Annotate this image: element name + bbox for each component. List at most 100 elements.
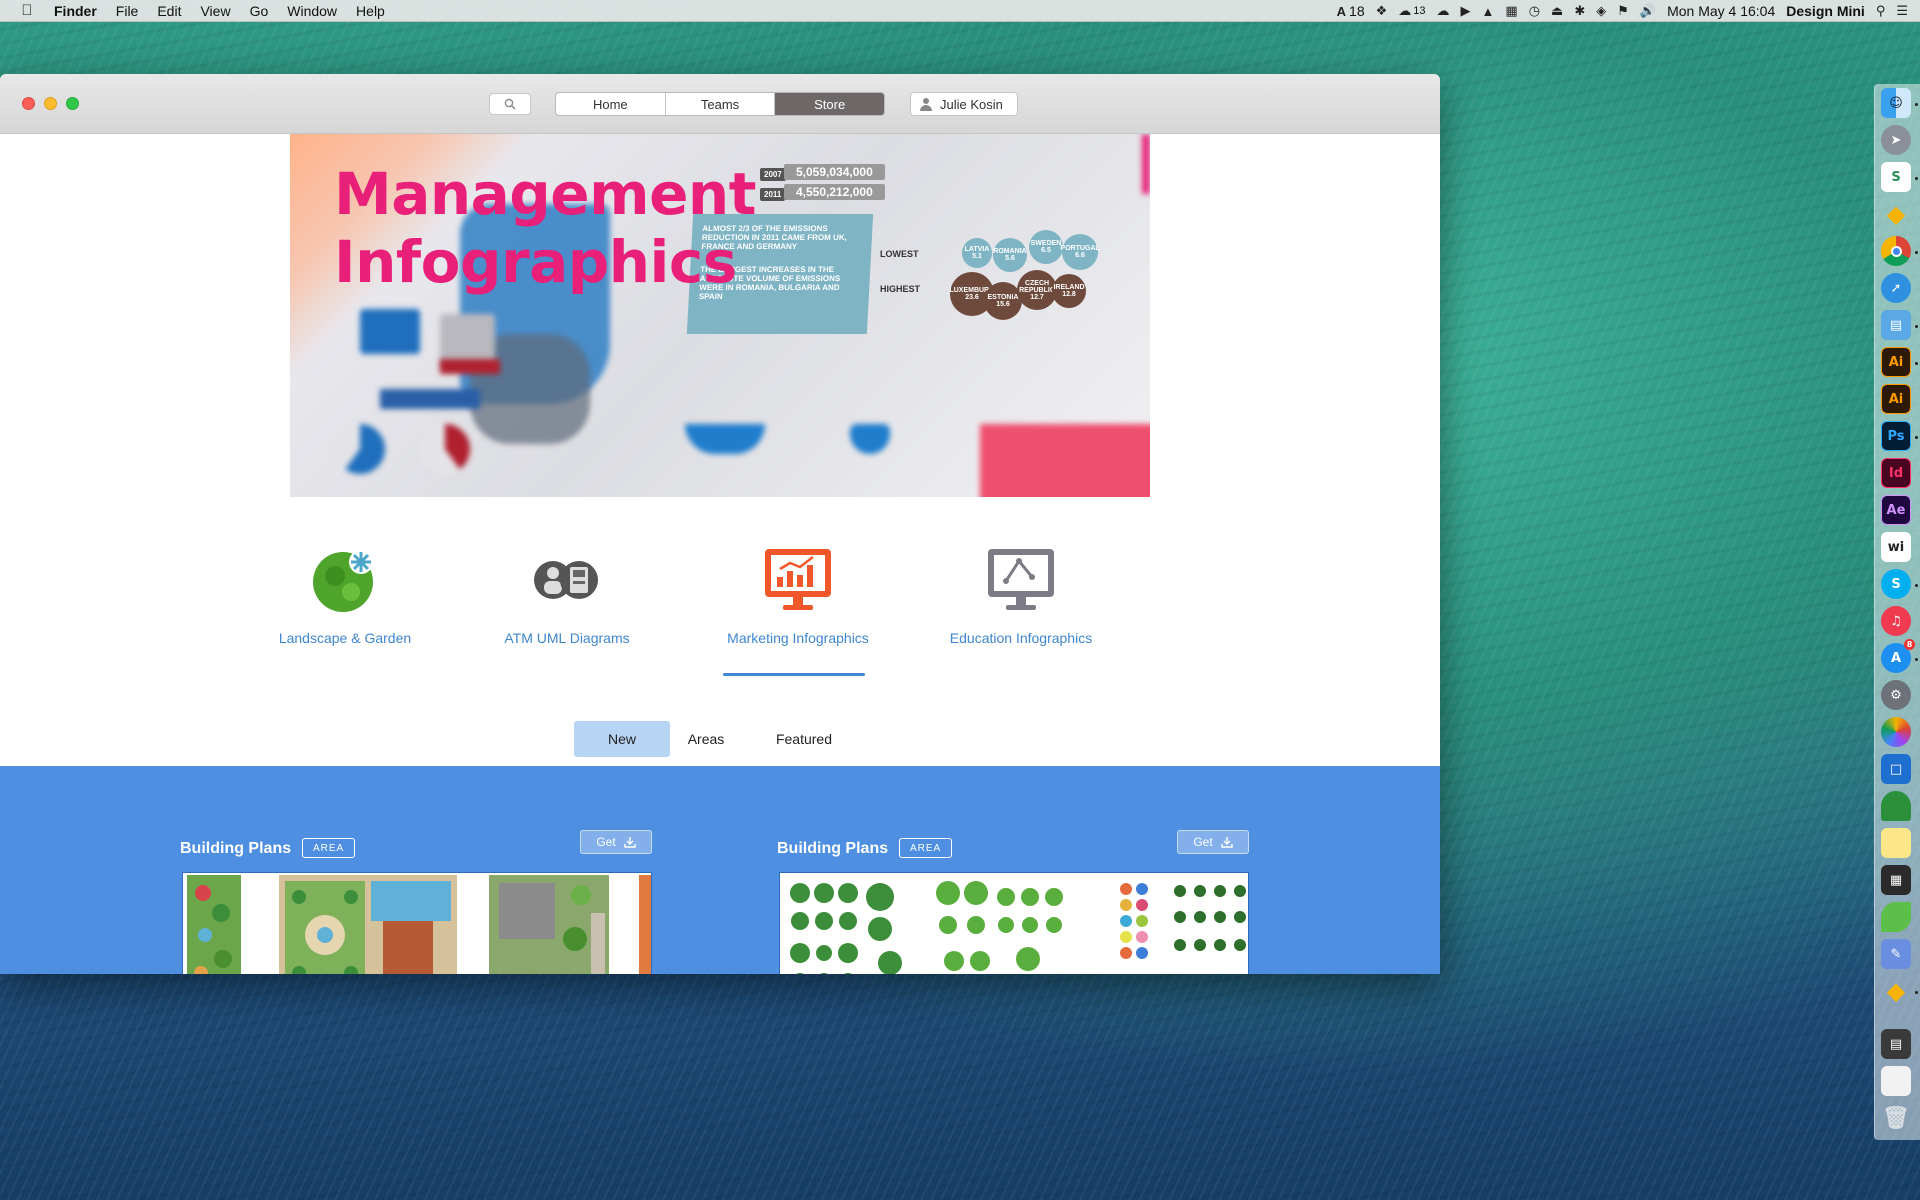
user-account-button[interactable]: Julie Kosin (910, 92, 1018, 116)
category-education-infographics[interactable]: Education Infographics (936, 544, 1106, 646)
pie-left (335, 424, 385, 474)
bubble-brown: CZECH REPUBLIC 12.7 (1017, 270, 1057, 310)
close-button[interactable] (22, 97, 35, 110)
dropbox-icon[interactable]: ❖ (1376, 3, 1388, 19)
apple-menu-icon[interactable]:  (18, 2, 36, 19)
creative-cloud-icon[interactable]: ☁ (1398, 3, 1411, 19)
xcode-icon[interactable]: ✎ (1881, 939, 1911, 969)
menu-app-name[interactable]: Finder (54, 3, 97, 19)
menu-file[interactable]: File (116, 3, 139, 19)
scanner-icon[interactable]: ▤ (1881, 1029, 1911, 1059)
category-atm-uml[interactable]: ATM UML Diagrams (482, 544, 652, 646)
minimize-button[interactable] (44, 97, 57, 110)
bubble-teal: ROMANIA 5.6 (993, 238, 1027, 272)
sketch-s-icon[interactable]: S (1881, 162, 1911, 192)
grid-icon[interactable]: ▦ (1505, 3, 1517, 19)
play-icon[interactable]: ▶ (1461, 3, 1471, 19)
filter-featured[interactable]: Featured (742, 721, 866, 757)
notification-center-icon[interactable]: ☰ (1896, 3, 1908, 19)
sketch-icon[interactable]: ◆ (1881, 976, 1911, 1006)
card-title: Building Plans (180, 840, 292, 857)
word-icon[interactable]: wi (1881, 532, 1911, 562)
diagram-monitor-icon (985, 544, 1057, 616)
indesign-icon[interactable]: Id (1881, 458, 1911, 488)
menu-view[interactable]: View (200, 3, 230, 19)
leaf-icon[interactable] (1881, 902, 1911, 932)
window-controls (22, 97, 79, 110)
filter-new[interactable]: New (574, 721, 670, 757)
hero-banner[interactable]: 2007 5,059,034,000 2011 4,550,212,000 AL… (290, 134, 1150, 497)
get-button[interactable]: Get (580, 830, 652, 854)
turtle-icon[interactable] (1881, 791, 1911, 821)
card-thumbnail[interactable] (779, 872, 1249, 974)
stat-2007-year: 2007 (760, 168, 786, 181)
launchpad-icon[interactable]: ➤ (1881, 125, 1911, 155)
photoshop-icon[interactable]: Ps (1881, 421, 1911, 451)
numbers-icon[interactable]: ▦ (1881, 865, 1911, 895)
hero-title-line-2: Infographics (334, 228, 737, 296)
menu-edit[interactable]: Edit (157, 3, 181, 19)
bubble-brown: IRELAND 12.8 (1052, 274, 1086, 308)
left-chart-red-2 (380, 389, 480, 409)
area-badge: AREA (899, 838, 953, 858)
time-machine-icon[interactable]: ◷ (1529, 3, 1540, 19)
preview-icon[interactable]: ▤ (1881, 310, 1911, 340)
clock[interactable]: Mon May 4 16:04 (1667, 3, 1775, 19)
illustrator-icon[interactable]: Ai (1881, 347, 1911, 377)
user-menu[interactable]: Design Mini (1786, 3, 1865, 19)
system-preferences-icon[interactable]: ⚙ (1881, 680, 1911, 710)
skype-icon[interactable]: S (1881, 569, 1911, 599)
chrome-icon[interactable] (1881, 236, 1911, 266)
after-effects-icon[interactable]: Ae (1881, 495, 1911, 525)
wifi-icon[interactable]: ◈ (1596, 3, 1606, 19)
category-marketing-infographics[interactable]: Marketing Infographics (713, 544, 883, 646)
user-name: Julie Kosin (940, 96, 1003, 112)
category-label: Marketing Infographics (727, 630, 869, 646)
safari-icon[interactable]: ➚ (1881, 273, 1911, 303)
tab-home[interactable]: Home (556, 93, 666, 115)
dock: ☺ ➤ S ◆ ➚ ▤ Ai Ai Ps Id Ae wi S ♫ A8 ⚙ □… (1874, 84, 1920, 1140)
filter-areas[interactable]: Areas (670, 721, 742, 757)
bottom-right-pink (980, 424, 1150, 497)
tab-teams[interactable]: Teams (666, 93, 776, 115)
photos-icon[interactable] (1881, 717, 1911, 747)
atm-icon (531, 544, 603, 616)
cloud-sync-icon[interactable]: ☁ (1437, 3, 1450, 19)
get-button[interactable]: Get (1177, 830, 1249, 854)
download-icon (623, 837, 636, 848)
menu-window[interactable]: Window (287, 3, 337, 19)
app-store-badge: 8 (1904, 639, 1915, 650)
category-label: Education Infographics (949, 630, 1093, 646)
us-flag-icon[interactable]: ⚑ (1617, 3, 1629, 19)
notes-icon[interactable] (1881, 828, 1911, 858)
menu-bar:  Finder File Edit View Go Window Help A… (0, 0, 1920, 22)
menu-help[interactable]: Help (356, 3, 385, 19)
illustrator-icon[interactable]: Ai (1881, 384, 1911, 414)
spotlight-icon[interactable]: ⚲ (1876, 3, 1886, 19)
app-store-icon[interactable]: A8 (1881, 639, 1915, 673)
volume-icon[interactable]: 🔊 (1640, 3, 1656, 19)
eject-icon[interactable]: ⏏ (1551, 3, 1563, 19)
running-indicator (1915, 658, 1918, 661)
bubble-teal: PORTUGAL 6.6 (1060, 234, 1100, 270)
download-icon (1220, 837, 1233, 848)
bluetooth-icon[interactable]: ✱ (1574, 3, 1585, 19)
keynote-icon[interactable]: □ (1881, 754, 1911, 784)
card-thumbnail[interactable] (182, 872, 652, 974)
trash-icon[interactable]: 🗑 (1881, 1103, 1911, 1133)
itunes-icon[interactable]: ♫ (1881, 606, 1911, 636)
drive-icon[interactable]: ▲ (1482, 4, 1495, 19)
zoom-button[interactable] (66, 97, 79, 110)
hero-title-line-1: Management (334, 160, 756, 228)
tab-store[interactable]: Store (775, 93, 884, 115)
blank-icon[interactable] (1881, 1066, 1911, 1096)
running-indicator (1915, 584, 1918, 587)
menu-go[interactable]: Go (250, 3, 269, 19)
finder-icon[interactable]: ☺ (1881, 88, 1911, 118)
sketch-icon[interactable]: ◆ (1881, 199, 1911, 229)
category-landscape-garden[interactable]: Landscape & Garden (260, 544, 430, 646)
search-button[interactable] (489, 93, 531, 115)
adobe-font-icon[interactable]: A (1337, 4, 1346, 19)
title-bar: Home Teams Store Julie Kosin (0, 74, 1440, 134)
running-indicator (1915, 103, 1918, 106)
